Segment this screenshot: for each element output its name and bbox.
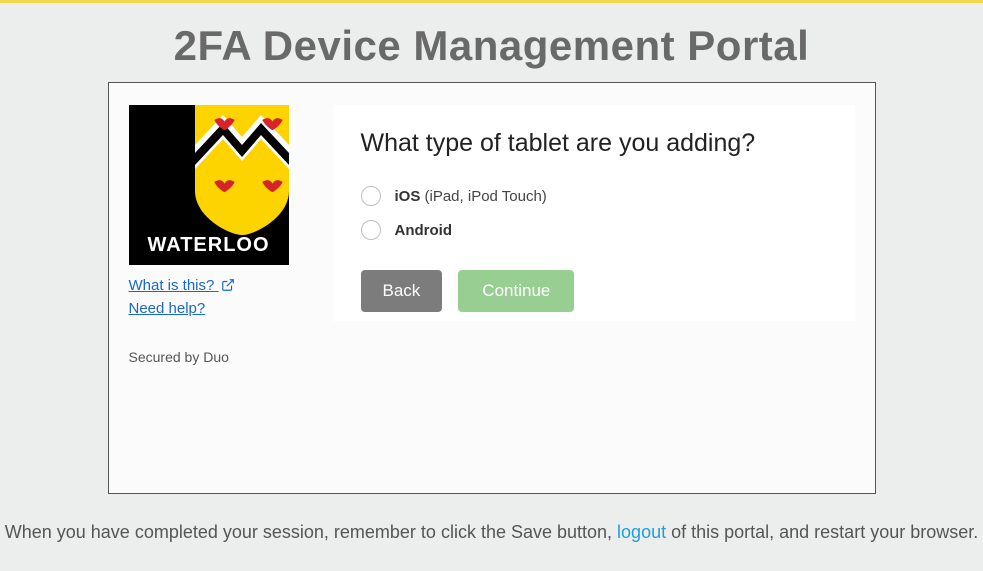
radio-icon xyxy=(361,186,381,206)
portal-frame: WATERLOO What is this? Need help? Secure… xyxy=(108,82,876,494)
button-row: Back Continue xyxy=(361,270,827,312)
accent-bar xyxy=(0,0,983,3)
what-is-this-link[interactable]: What is this? xyxy=(129,277,289,294)
option-label: iOS (iPad, iPod Touch) xyxy=(395,188,547,205)
shield-icon xyxy=(195,105,289,235)
footer-after: of this portal, and restart your browser… xyxy=(666,522,978,542)
radio-icon xyxy=(361,220,381,240)
logo-text: WATERLOO xyxy=(129,234,289,257)
external-link-icon xyxy=(221,278,235,292)
option-label: Android xyxy=(395,222,453,239)
footer-message: When you have completed your session, re… xyxy=(0,522,983,543)
continue-button[interactable]: Continue xyxy=(458,270,574,312)
option-ios[interactable]: iOS (iPad, iPod Touch) xyxy=(361,186,827,206)
main-panel: What type of tablet are you adding? iOS … xyxy=(333,105,855,321)
what-is-this-label: What is this? xyxy=(129,277,215,294)
logout-link[interactable]: logout xyxy=(617,522,666,542)
footer-before: When you have completed your session, re… xyxy=(5,522,617,542)
need-help-link[interactable]: Need help? xyxy=(129,300,289,317)
secured-by-text: Secured by Duo xyxy=(129,349,289,365)
back-button[interactable]: Back xyxy=(361,270,443,312)
logo: WATERLOO xyxy=(129,105,289,265)
option-android[interactable]: Android xyxy=(361,220,827,240)
question-heading: What type of tablet are you adding? xyxy=(361,129,827,158)
page-title: 2FA Device Management Portal xyxy=(0,0,983,70)
sidebar: WATERLOO What is this? Need help? Secure… xyxy=(129,105,289,471)
